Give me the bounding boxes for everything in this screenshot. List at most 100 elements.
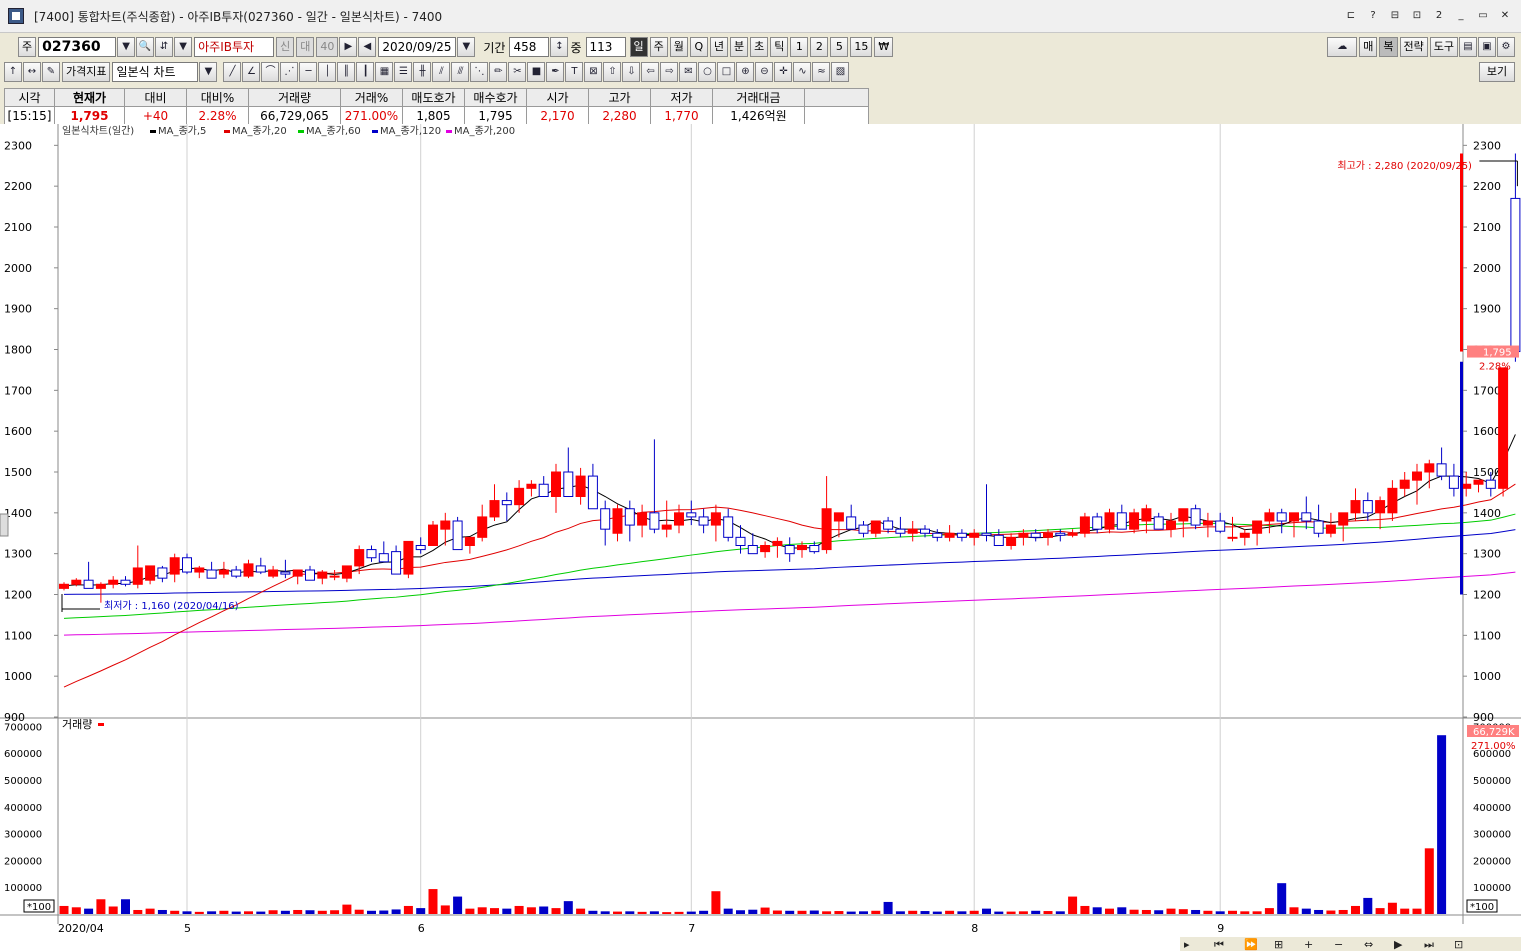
trade-button[interactable]: 매: [1359, 37, 1378, 57]
interval-year-button[interactable]: 년: [709, 37, 729, 57]
history-dropdown-icon[interactable]: ▼: [174, 37, 193, 57]
view-button[interactable]: 보기: [1479, 62, 1515, 82]
candlestick-chart[interactable]: 2020/04 5 6 7 8 9900 9001000 10001100 11001200 12…: [0, 124, 1521, 951]
text-tool-icon[interactable]: T: [565, 62, 584, 82]
prev-icon[interactable]: ◀: [358, 37, 377, 57]
zoom-in-icon[interactable]: ⊕: [736, 62, 755, 82]
candle-body: [735, 536, 746, 547]
arrow-down-tool-icon[interactable]: ⇩: [622, 62, 641, 82]
currency-button[interactable]: ₩: [874, 37, 894, 57]
scroll-control-icon[interactable]: −: [1334, 938, 1343, 951]
price-indicator-button[interactable]: 가격지표: [62, 62, 111, 82]
interval-day-button[interactable]: 일: [629, 37, 648, 57]
wave-icon[interactable]: ∿: [793, 62, 812, 82]
period-spin-icon[interactable]: ↕: [550, 37, 569, 57]
scroll-control-icon[interactable]: ▶: [1394, 938, 1403, 951]
screenshot-icon[interactable]: ▧: [831, 62, 850, 82]
market-select-button[interactable]: 주: [18, 37, 37, 57]
color-tool-icon[interactable]: ■: [527, 62, 546, 82]
grid-tool-icon[interactable]: ║: [337, 62, 356, 82]
interval-1-button[interactable]: 1: [790, 37, 809, 57]
sort-icon[interactable]: ⇵: [155, 37, 174, 57]
tile-icon[interactable]: ⊟: [1387, 9, 1403, 23]
minimize-icon[interactable]: _: [1453, 9, 1469, 23]
table-tool-icon[interactable]: ▦: [375, 62, 394, 82]
save-icon[interactable]: ▣: [1478, 37, 1496, 57]
crosshair-icon[interactable]: ✛: [774, 62, 793, 82]
angle-tool-icon[interactable]: ∠: [242, 62, 261, 82]
scroll-control-icon[interactable]: ▸: [1184, 938, 1190, 951]
interval-second-button[interactable]: 초: [750, 37, 769, 57]
circle-tool-icon[interactable]: ○: [698, 62, 717, 82]
channel-tool-icon[interactable]: ⫽: [432, 62, 451, 82]
interval-2-button[interactable]: 2: [810, 37, 829, 57]
fan-tool-icon[interactable]: ⋰: [280, 62, 299, 82]
parallel-tool-icon[interactable]: ⫻: [451, 62, 470, 82]
interval-month-button[interactable]: 월: [669, 37, 688, 57]
volume-bar: [1006, 911, 1016, 914]
edit-icon[interactable]: ✎: [42, 62, 60, 82]
eraser-tool-icon[interactable]: ✂: [508, 62, 527, 82]
stock-code-input[interactable]: 027360: [38, 37, 117, 57]
gann-tool-icon[interactable]: ╫: [413, 62, 432, 82]
arrow-up-icon[interactable]: ↑: [4, 62, 22, 82]
count-input[interactable]: 113: [585, 37, 626, 57]
maximize-icon[interactable]: ▭: [1475, 9, 1491, 23]
pattern-icon[interactable]: ≈: [812, 62, 831, 82]
close-icon[interactable]: ✕: [1497, 9, 1513, 23]
rect-tool-icon[interactable]: □: [717, 62, 736, 82]
scale-tool-icon[interactable]: ⊠: [584, 62, 603, 82]
zoom-out-icon[interactable]: ⊖: [755, 62, 774, 82]
scroll-control-icon[interactable]: ⏩: [1244, 938, 1258, 951]
scroll-control-icon[interactable]: ⊞: [1274, 938, 1283, 951]
date-input[interactable]: 2020/09/25: [378, 37, 457, 57]
brush-tool-icon[interactable]: ✒: [546, 62, 565, 82]
period-input[interactable]: 458: [509, 37, 550, 57]
arrow-left-tool-icon[interactable]: ⇦: [641, 62, 660, 82]
expand-icon[interactable]: ↔: [23, 62, 41, 82]
screen-number[interactable]: 2: [1431, 9, 1447, 23]
chart-type-select[interactable]: 일본식 차트: [112, 62, 199, 82]
next-icon[interactable]: ▶: [339, 37, 358, 57]
hline-tool-icon[interactable]: ─: [299, 62, 318, 82]
chart-type-dropdown-icon[interactable]: ▼: [199, 62, 218, 82]
tools-button[interactable]: 도구: [1429, 37, 1458, 57]
interval-minute-button[interactable]: 분: [730, 37, 749, 57]
pencil-tool-icon[interactable]: ✏: [489, 62, 508, 82]
vline-tool-icon[interactable]: │: [318, 62, 337, 82]
multi-button[interactable]: 복: [1379, 37, 1398, 57]
wrench-icon[interactable]: ⚙: [1497, 37, 1515, 57]
candle-body: [895, 528, 906, 534]
legend-title: 일본식차트(일간): [62, 125, 134, 137]
fibo-tool-icon[interactable]: ☰: [394, 62, 413, 82]
cycle-tool-icon[interactable]: ┃: [356, 62, 375, 82]
chart-area[interactable]: 2020/04 5 6 7 8 9 900 900 1000 1000 1100 1100 1200 12…: [0, 124, 1521, 951]
arrow-right-tool-icon[interactable]: ⇨: [660, 62, 679, 82]
scroll-control-icon[interactable]: ⊡: [1454, 938, 1463, 951]
cascade-icon[interactable]: ⊡: [1409, 9, 1425, 23]
pin-icon[interactable]: ⊏: [1343, 9, 1359, 23]
side-panel-toggle: [0, 513, 9, 537]
scroll-control-icon[interactable]: ⇔: [1364, 938, 1373, 951]
cloud-icon[interactable]: ☁: [1327, 37, 1358, 57]
andrews-tool-icon[interactable]: ⋱: [470, 62, 489, 82]
interval-15-button[interactable]: 15: [850, 37, 873, 57]
interval-tick-button[interactable]: 틱: [770, 37, 789, 57]
scroll-control-icon[interactable]: ⏭: [1424, 938, 1434, 951]
interval-week-button[interactable]: 주: [649, 37, 668, 57]
line-tool-icon[interactable]: ╱: [223, 62, 242, 82]
calendar-dropdown-icon[interactable]: ▼: [457, 37, 476, 57]
scroll-control-icon[interactable]: ⏮: [1214, 938, 1224, 951]
interval-quarter-button[interactable]: Q: [689, 37, 708, 57]
arrow-up-tool-icon[interactable]: ⇧: [603, 62, 622, 82]
scroll-control-icon[interactable]: +: [1304, 938, 1313, 951]
open-folder-icon[interactable]: ▤: [1459, 37, 1477, 57]
strategy-button[interactable]: 전략: [1399, 37, 1428, 57]
interval-5-button[interactable]: 5: [830, 37, 849, 57]
help-icon[interactable]: ?: [1365, 9, 1381, 23]
arc-tool-icon[interactable]: ⌒: [261, 62, 280, 82]
search-icon[interactable]: 🔍: [136, 37, 155, 57]
note-tool-icon[interactable]: ✉: [679, 62, 698, 82]
code-dropdown-icon[interactable]: ▼: [117, 37, 136, 57]
candle-body: [1436, 463, 1447, 477]
